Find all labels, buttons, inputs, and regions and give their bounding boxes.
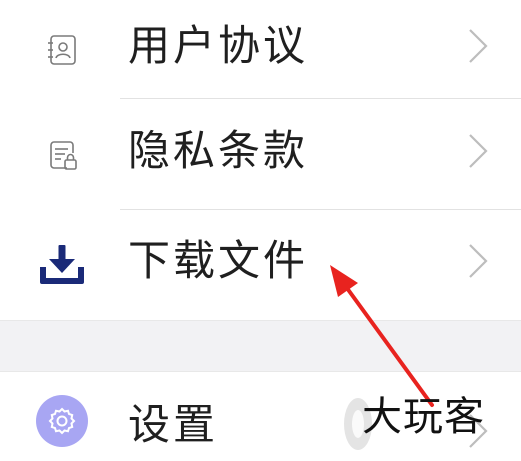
watermark-text: 大玩客 <box>362 394 485 440</box>
divider <box>120 98 521 99</box>
chevron-right-icon <box>469 244 488 278</box>
user-agreement-icon <box>32 22 92 78</box>
chevron-right-icon <box>469 29 488 63</box>
menu-item-user-agreement[interactable]: 用户协议 <box>0 0 521 100</box>
menu-item-label: 下载文件 <box>128 236 309 285</box>
chevron-right-icon <box>469 134 488 168</box>
gear-icon <box>36 395 88 447</box>
menu-item-label: 隐私条款 <box>128 126 309 175</box>
menu-item-privacy-policy[interactable]: 隐私条款 <box>0 105 521 205</box>
menu-item-label: 设置 <box>128 400 219 449</box>
privacy-policy-icon <box>32 127 92 183</box>
download-icon <box>32 237 92 293</box>
section-separator <box>0 320 521 372</box>
menu-item-label: 用户协议 <box>128 21 309 70</box>
settings-badge <box>32 393 92 449</box>
menu-item-download-files[interactable]: 下载文件 <box>0 215 521 315</box>
divider <box>120 209 521 210</box>
